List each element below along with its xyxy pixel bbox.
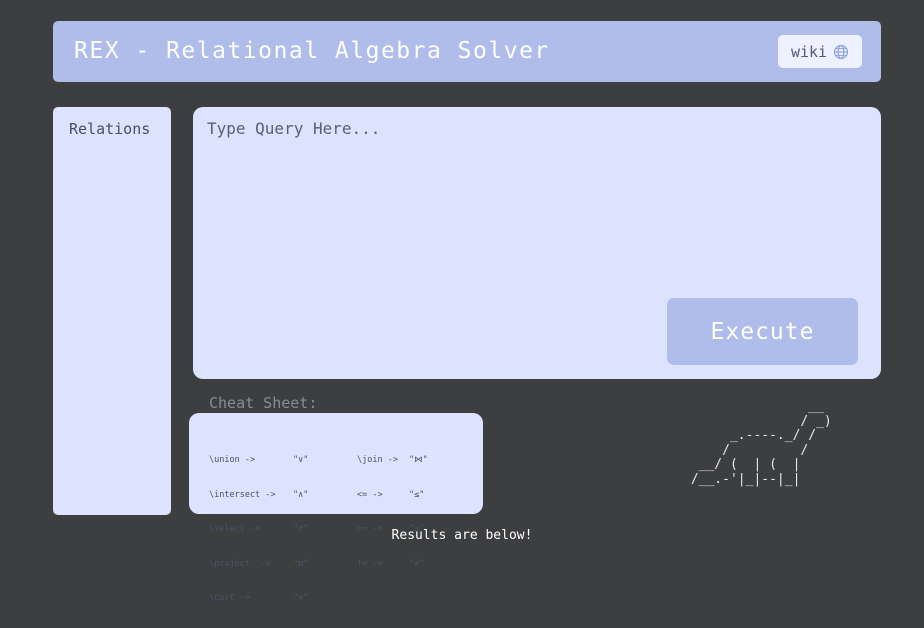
wiki-label: wiki	[790, 42, 828, 61]
relations-title: Relations	[69, 120, 151, 138]
cheat-sheet-row: != -> "≠"	[357, 558, 425, 569]
results-caption: Results are below!	[391, 528, 533, 543]
cheat-sheet-right-column: \join -> "⋈" <= -> "≤" >= -> "≥" != -> "≠"	[357, 432, 428, 593]
cheat-sheet-row: <= -> "≤"	[357, 489, 425, 500]
cheat-sheet-title: Cheat Sheet:	[209, 394, 318, 412]
cheat-sheet-card: \union -> "∨" \intersect -> "∧" \select ->…	[189, 413, 483, 603]
cheat-sheet-row: \cort -> "×"	[209, 593, 309, 603]
globe-icon	[833, 44, 849, 60]
app-header: REX - Relational Algebra Solver wiki	[53, 21, 881, 82]
query-panel: Execute	[193, 107, 881, 379]
dinosaur-ascii-art: __ / _) _.----._/ / / / __/ ( | ( | /__.…	[690, 399, 832, 487]
wiki-button[interactable]: wiki	[778, 35, 862, 68]
cheat-sheet-row: \union -> "∨"	[209, 455, 309, 465]
cheat-sheet-row: \join -> "⋈"	[357, 455, 428, 465]
query-input[interactable]	[201, 113, 863, 305]
relations-panel: Relations	[53, 107, 171, 515]
execute-button[interactable]: Execute	[667, 298, 858, 365]
cheat-sheet-row: \project_ -> "π"	[209, 558, 309, 569]
app-title: REX - Relational Algebra Solver	[74, 38, 550, 64]
cheat-sheet-row: \intersect -> "∧"	[209, 489, 309, 500]
